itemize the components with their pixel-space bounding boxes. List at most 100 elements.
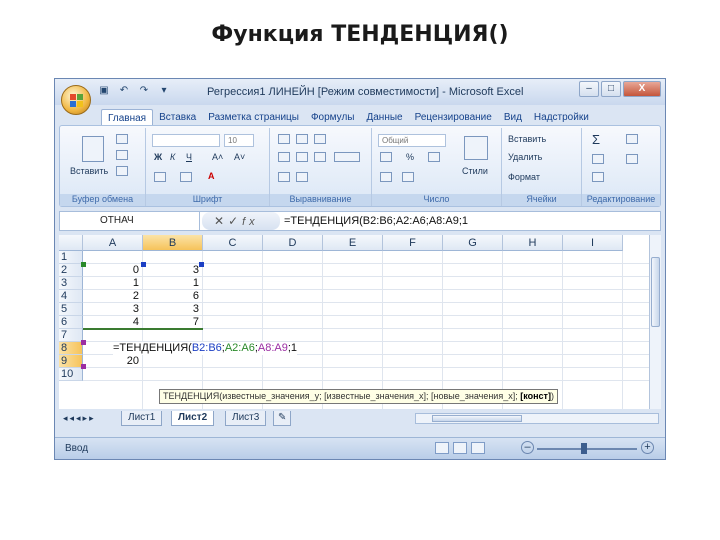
insert-cells-button[interactable]: Вставить bbox=[508, 134, 546, 144]
fill-color-icon[interactable] bbox=[180, 172, 192, 182]
formula-input[interactable]: =ТЕНДЕНЦИЯ(B2:B6;A2:A6;A8:A9;1 bbox=[284, 212, 468, 230]
row-header-6[interactable]: 6 bbox=[59, 316, 83, 329]
insert-function-icon[interactable]: fx bbox=[242, 216, 259, 228]
cancel-icon[interactable]: ✕ bbox=[214, 214, 228, 228]
row-header-4[interactable]: 4 bbox=[59, 290, 83, 303]
cell-editor[interactable]: =ТЕНДЕНЦИЯ(B2:B6;A2:A6;A8:A9;1 bbox=[113, 342, 298, 355]
shrink-font-icon[interactable]: A˅ bbox=[234, 152, 245, 162]
paste-button[interactable]: Вставить bbox=[70, 166, 108, 176]
align-middle-icon[interactable] bbox=[296, 134, 308, 144]
indent-increase-icon[interactable] bbox=[296, 172, 308, 182]
worksheet-grid[interactable]: ABCDEFGHI1234567891001234316371020=ТЕНДЕ… bbox=[59, 235, 649, 409]
zoom-slider-knob[interactable] bbox=[581, 443, 587, 454]
row-header-3[interactable]: 3 bbox=[59, 277, 83, 290]
column-header-e[interactable]: E bbox=[323, 235, 383, 251]
close-button[interactable]: X bbox=[623, 81, 661, 97]
cell-a4[interactable]: 2 bbox=[83, 290, 139, 303]
align-left-icon[interactable] bbox=[278, 152, 290, 162]
indent-decrease-icon[interactable] bbox=[278, 172, 290, 182]
column-header-f[interactable]: F bbox=[383, 235, 443, 251]
row-header-5[interactable]: 5 bbox=[59, 303, 83, 316]
zoom-out-button[interactable]: – bbox=[521, 441, 534, 454]
find-icon[interactable] bbox=[626, 154, 638, 164]
column-header-b[interactable]: B bbox=[143, 235, 203, 251]
align-center-icon[interactable] bbox=[296, 152, 308, 162]
enter-icon[interactable]: ✓ bbox=[228, 214, 242, 228]
cell-a9[interactable]: 20 bbox=[83, 355, 139, 368]
autosum-icon[interactable]: Σ bbox=[592, 132, 600, 147]
column-header-i[interactable]: I bbox=[563, 235, 623, 251]
copy-icon[interactable] bbox=[116, 150, 128, 160]
sheet-nav-icon[interactable]: ◂◂◂▸▸ bbox=[63, 413, 96, 424]
fill-icon[interactable] bbox=[592, 154, 604, 164]
row-header-10[interactable]: 10 bbox=[59, 368, 83, 381]
thousands-icon[interactable] bbox=[428, 152, 440, 162]
font-size-box[interactable]: 10 bbox=[224, 134, 254, 147]
vertical-scroll-thumb[interactable] bbox=[651, 257, 660, 327]
bold-icon[interactable]: Ж bbox=[154, 152, 162, 162]
font-color-icon[interactable]: A bbox=[208, 171, 215, 181]
horizontal-scroll-thumb[interactable] bbox=[432, 415, 522, 422]
cell-a2[interactable]: 0 bbox=[83, 264, 139, 277]
cell-b2[interactable]: 3 bbox=[143, 264, 199, 277]
redo-icon[interactable]: ↷ bbox=[137, 85, 151, 96]
column-header-c[interactable]: C bbox=[203, 235, 263, 251]
row-header-8[interactable]: 8 bbox=[59, 342, 83, 355]
row-header-7[interactable]: 7 bbox=[59, 329, 83, 342]
format-painter-icon[interactable] bbox=[116, 166, 128, 176]
align-top-icon[interactable] bbox=[278, 134, 290, 144]
merge-cells-icon[interactable] bbox=[334, 152, 360, 162]
maximize-button[interactable]: □ bbox=[601, 81, 621, 97]
normal-view-icon[interactable] bbox=[435, 442, 449, 454]
page-layout-view-icon[interactable] bbox=[453, 442, 467, 454]
page-break-view-icon[interactable] bbox=[471, 442, 485, 454]
qat-dropdown-icon[interactable]: ▾ bbox=[157, 85, 171, 96]
increase-decimal-icon[interactable] bbox=[380, 172, 392, 182]
minimize-button[interactable]: – bbox=[579, 81, 599, 97]
delete-cells-button[interactable]: Удалить bbox=[508, 152, 542, 162]
sheet-tab-3[interactable]: Лист3 bbox=[225, 411, 267, 426]
office-button[interactable] bbox=[61, 85, 91, 115]
sheet-tab-2[interactable]: Лист2 bbox=[171, 411, 215, 426]
italic-icon[interactable]: К bbox=[170, 152, 175, 162]
font-name-box[interactable] bbox=[152, 134, 220, 147]
undo-icon[interactable]: ↶ bbox=[117, 85, 131, 96]
zoom-slider[interactable] bbox=[537, 448, 637, 450]
cell-a5[interactable]: 3 bbox=[83, 303, 139, 316]
currency-icon[interactable] bbox=[380, 152, 392, 162]
row-header-2[interactable]: 2 bbox=[59, 264, 83, 277]
cell-b4[interactable]: 6 bbox=[143, 290, 199, 303]
sheet-tab-1[interactable]: Лист1 bbox=[121, 411, 163, 426]
vertical-scrollbar[interactable] bbox=[649, 235, 661, 409]
decrease-decimal-icon[interactable] bbox=[402, 172, 414, 182]
align-bottom-icon[interactable] bbox=[314, 134, 326, 144]
styles-icon[interactable] bbox=[464, 136, 488, 160]
borders-icon[interactable] bbox=[154, 172, 166, 182]
clear-icon[interactable] bbox=[592, 172, 604, 182]
cell-b3[interactable]: 1 bbox=[143, 277, 199, 290]
select-all-corner[interactable] bbox=[59, 235, 83, 251]
save-icon[interactable]: ▣ bbox=[97, 85, 111, 96]
grow-font-icon[interactable]: A˄ bbox=[212, 152, 223, 162]
horizontal-scrollbar[interactable] bbox=[415, 413, 659, 424]
format-cells-button[interactable]: Формат bbox=[508, 172, 540, 182]
row-header-9[interactable]: 9 bbox=[59, 355, 83, 368]
cell-a3[interactable]: 1 bbox=[83, 277, 139, 290]
column-header-a[interactable]: A bbox=[83, 235, 143, 251]
styles-button[interactable]: Стили bbox=[462, 166, 488, 176]
align-right-icon[interactable] bbox=[314, 152, 326, 162]
name-box[interactable]: ОТНАЧ bbox=[60, 212, 200, 230]
column-header-d[interactable]: D bbox=[263, 235, 323, 251]
paste-icon[interactable] bbox=[82, 136, 104, 162]
percent-icon[interactable]: % bbox=[406, 152, 414, 162]
row-header-1[interactable]: 1 bbox=[59, 251, 83, 264]
cell-b5[interactable]: 3 bbox=[143, 303, 199, 316]
number-format-box[interactable]: Общий bbox=[378, 134, 446, 147]
cut-icon[interactable] bbox=[116, 134, 128, 144]
sort-filter-icon[interactable] bbox=[626, 134, 638, 144]
column-header-h[interactable]: H bbox=[503, 235, 563, 251]
column-header-g[interactable]: G bbox=[443, 235, 503, 251]
zoom-in-button[interactable]: + bbox=[641, 441, 654, 454]
insert-sheet-icon[interactable]: ✎ bbox=[273, 411, 292, 426]
underline-icon[interactable]: Ч bbox=[186, 152, 192, 162]
